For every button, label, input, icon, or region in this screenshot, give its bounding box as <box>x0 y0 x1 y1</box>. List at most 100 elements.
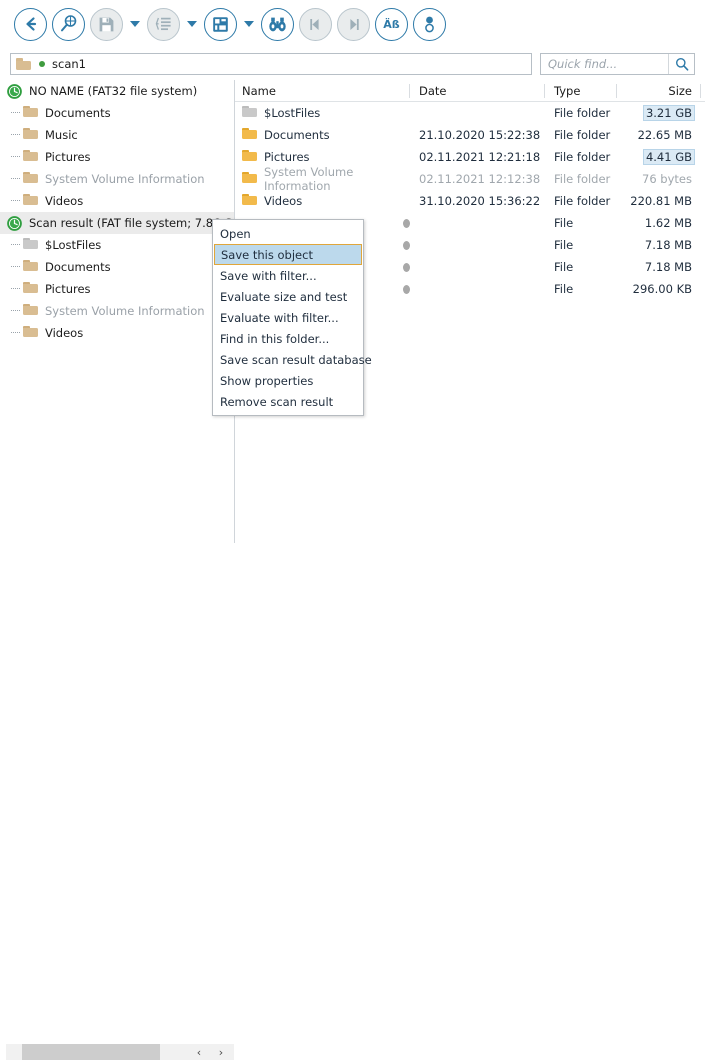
account-button[interactable] <box>413 7 446 41</box>
column-header-type[interactable]: Type <box>545 80 617 102</box>
type-value: File folder <box>554 150 611 164</box>
context-menu-item[interactable]: Save this object <box>214 244 362 265</box>
folder-icon <box>23 105 38 121</box>
date-value: 02.11.2021 12:21:18 <box>419 150 541 164</box>
encoding-button[interactable]: Äß <box>375 7 408 41</box>
folder-icon <box>23 303 38 319</box>
address-bar[interactable]: scan1 <box>10 53 532 75</box>
column-header-name[interactable]: Name <box>235 80 410 102</box>
context-menu-item[interactable]: Save with filter... <box>213 265 363 286</box>
arrow-left-icon <box>22 15 40 33</box>
scan-button[interactable] <box>52 7 85 41</box>
context-menu-item[interactable]: Open <box>213 223 363 244</box>
list-button <box>147 7 180 41</box>
cell-date <box>410 256 545 278</box>
tree-item[interactable]: Videos <box>0 190 234 212</box>
scrollbar-thumb[interactable] <box>22 1044 160 1060</box>
checklist-icon <box>155 15 173 33</box>
tree-connector-icon <box>7 322 23 344</box>
context-menu-item[interactable]: Show properties <box>213 370 363 391</box>
date-value: 21.10.2020 15:22:38 <box>419 128 541 142</box>
tree-item-label: Pictures <box>45 282 91 296</box>
search-input[interactable]: Quick find... <box>541 57 668 71</box>
context-menu-item[interactable]: Evaluate with filter... <box>213 307 363 328</box>
scroll-left-arrow[interactable]: ‹ <box>188 1044 210 1060</box>
context-menu-item[interactable]: Remove scan result <box>213 391 363 412</box>
cell-name: Documents <box>235 124 410 146</box>
chevron-down-icon[interactable] <box>128 8 142 41</box>
back-button[interactable] <box>14 7 47 41</box>
context-menu-item[interactable]: Find in this folder... <box>213 328 363 349</box>
find-button[interactable] <box>261 7 294 41</box>
table-row[interactable]: $LostFiles File folder 3.21 GB <box>235 102 705 124</box>
table-row[interactable]: Videos 31.10.2020 15:36:22 File folder 220.… <box>235 190 705 212</box>
tree-item[interactable]: System Volume Information <box>0 168 234 190</box>
tree-item-label: Music <box>45 128 78 142</box>
dot-marker-icon <box>403 218 410 228</box>
status-dot-icon <box>39 61 45 67</box>
file-name-label: System Volume Information <box>264 165 354 193</box>
tree-item[interactable]: System Volume Information <box>0 300 234 322</box>
toolbar: Äß <box>0 0 705 48</box>
horizontal-scrollbar[interactable]: ‹ › <box>6 1044 234 1060</box>
folder-icon <box>23 325 38 341</box>
view-button[interactable] <box>204 7 237 41</box>
cell-type: File folder <box>545 102 617 124</box>
binoculars-icon <box>268 15 287 34</box>
tree-item-label: System Volume Information <box>45 304 205 318</box>
tree-connector-icon <box>7 124 23 146</box>
tree-item-label: Documents <box>45 260 111 274</box>
floppy-disk-icon <box>98 16 115 33</box>
next-button <box>337 7 370 41</box>
tree-connector-icon <box>7 102 23 124</box>
context-menu-item[interactable]: Save scan result database <box>213 349 372 370</box>
size-value-highlighted: 3.21 GB <box>642 105 695 121</box>
context-menu[interactable]: Open Save this object Save with filter... E… <box>212 219 372 416</box>
tree-item[interactable]: Documents <box>0 102 234 124</box>
cell-date <box>410 278 545 300</box>
folder-icon <box>242 171 257 187</box>
tree-item[interactable]: NO NAME (FAT32 file system) <box>0 80 234 102</box>
cell-date: 31.10.2020 15:36:22 <box>410 190 545 212</box>
tree-item[interactable]: Music <box>0 124 234 146</box>
column-header-date[interactable]: Date <box>410 80 545 102</box>
tree-item[interactable]: Scan result (FAT file system; 7.86 GB; … <box>0 212 234 234</box>
file-list-header[interactable]: Name Date Type Size <box>235 80 705 102</box>
cell-type: File folder <box>545 168 617 190</box>
scroll-right-arrow[interactable]: › <box>210 1044 232 1060</box>
tree-item[interactable]: $LostFiles <box>0 234 234 256</box>
column-header-size[interactable]: Size <box>617 80 701 102</box>
tree-item-label: Documents <box>45 106 111 120</box>
table-row[interactable]: Documents 21.10.2020 15:22:38 File folder 2… <box>235 124 705 146</box>
tree-item-label: $LostFiles <box>45 238 102 252</box>
tree-item[interactable]: Pictures <box>0 278 234 300</box>
cell-type: File folder <box>545 146 617 168</box>
cell-size: 3.21 GB <box>617 102 701 124</box>
search-icon[interactable] <box>668 54 694 74</box>
cell-size: 1.62 MB <box>617 212 701 234</box>
table-row[interactable]: System Volume Information 02.11.2021 12:1… <box>235 165 705 193</box>
file-name-label: $LostFiles <box>264 106 321 120</box>
tree-item-label: Scan result (FAT file system; 7.86 GB; … <box>29 216 234 230</box>
context-menu-item[interactable]: Evaluate size and test <box>213 286 363 307</box>
tree-item-label: Videos <box>45 326 84 340</box>
tree-item[interactable]: Documents <box>0 256 234 278</box>
size-value: 7.18 MB <box>644 238 692 252</box>
folder-icon <box>242 149 257 165</box>
tree-item[interactable]: Videos <box>0 322 234 344</box>
cell-size: 7.18 MB <box>617 234 701 256</box>
column-divider[interactable] <box>700 83 701 98</box>
chevron-down-icon[interactable] <box>185 8 199 41</box>
tree-item-label: System Volume Information <box>45 172 205 186</box>
size-value: 296.00 KB <box>632 282 692 296</box>
folder-tree-pane[interactable]: NO NAME (FAT32 file system) Documents Mu… <box>0 80 234 520</box>
tree-connector-icon <box>7 278 23 300</box>
type-value: File folder <box>554 194 611 208</box>
tree-item-label: Pictures <box>45 150 91 164</box>
tree-item[interactable]: Pictures <box>0 146 234 168</box>
clock-disk-icon <box>7 215 22 231</box>
quick-find-box[interactable]: Quick find... <box>540 53 695 75</box>
folder-gray-icon <box>242 105 257 121</box>
folder-icon <box>23 171 38 187</box>
chevron-down-icon[interactable] <box>242 8 256 41</box>
